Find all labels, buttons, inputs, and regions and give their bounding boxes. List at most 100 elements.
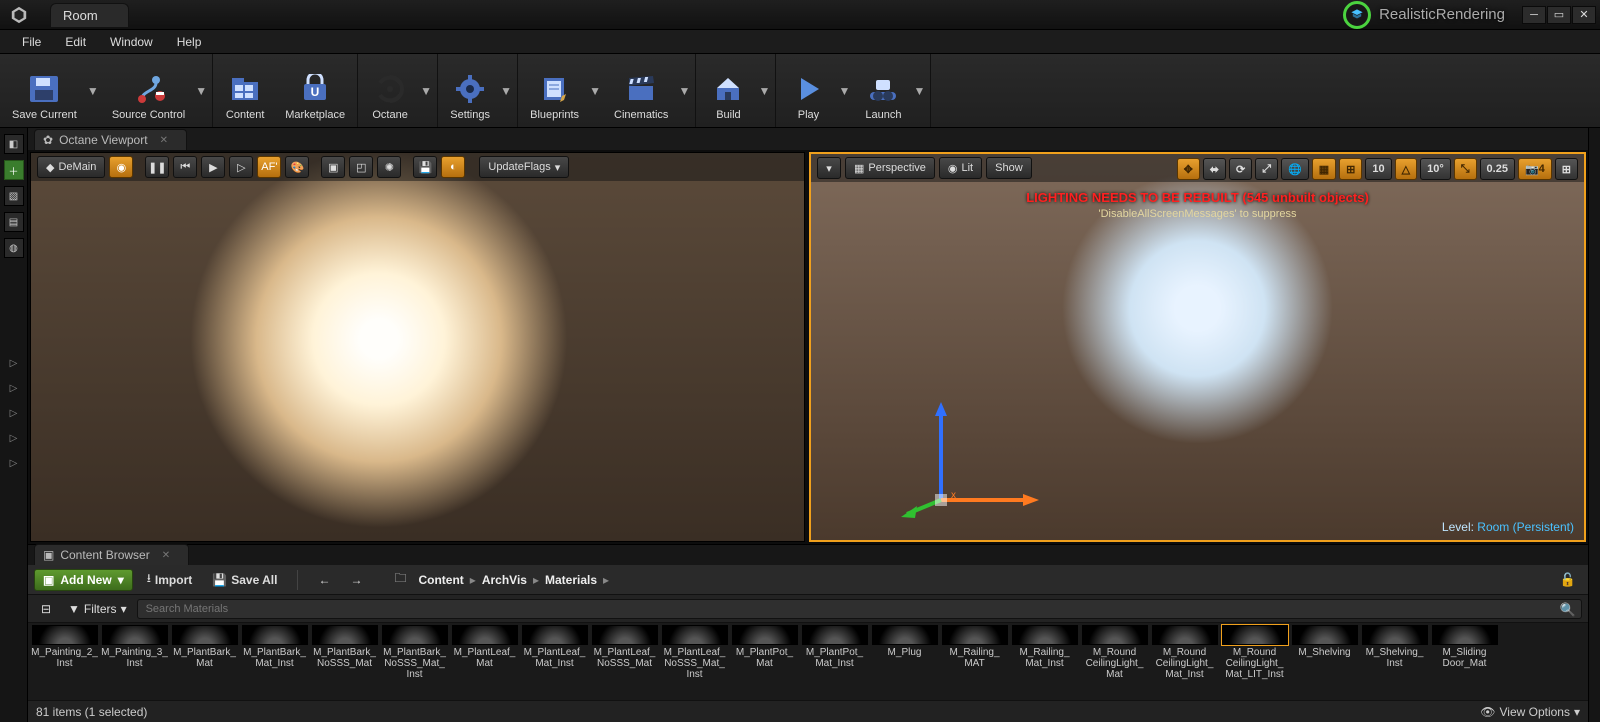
- rewind-button[interactable]: ⏮: [173, 156, 197, 178]
- coord-space-button[interactable]: 🌐: [1281, 158, 1309, 180]
- rotate-tool[interactable]: ⟳: [1229, 158, 1252, 180]
- close-cb-tab[interactable]: ✕: [162, 550, 170, 561]
- menu-help[interactable]: Help: [165, 30, 214, 53]
- grid-snap-value[interactable]: 10: [1365, 158, 1391, 180]
- window-maximize-button[interactable]: ▭: [1547, 6, 1571, 24]
- maximize-viewport[interactable]: ⊞: [1555, 158, 1578, 180]
- scale-snap-value[interactable]: 0.25: [1480, 158, 1515, 180]
- asset-tile[interactable]: M_​Railing_​MAT: [940, 625, 1009, 698]
- asset-grid[interactable]: M_​Painting_​2_​InstM_​Painting_​3_​Inst…: [28, 623, 1588, 700]
- demain-camera-button[interactable]: ◆ DeMain: [37, 156, 105, 178]
- af-button[interactable]: AF': [257, 156, 281, 178]
- settings-dropdown[interactable]: ▼: [501, 58, 511, 123]
- window-minimize-button[interactable]: ─: [1522, 6, 1546, 24]
- asset-tile[interactable]: M_​PlantLeaf_​NoSSS_​Mat_​Inst: [660, 625, 729, 698]
- search-input[interactable]: [137, 599, 1582, 619]
- save-button[interactable]: Save Current: [6, 58, 83, 123]
- octane-viewport[interactable]: ◆ DeMain ◉ ❚❚ ⏮ ▶ ▷ AF' 🎨 ▣ ◰ ✺ 💾 ◐ Upda…: [30, 152, 805, 542]
- asset-tile[interactable]: M_​Shelving: [1290, 625, 1359, 698]
- import-button[interactable]: ⭳Import: [141, 569, 199, 591]
- view-options-button[interactable]: View Options: [1499, 705, 1569, 719]
- source-control-button[interactable]: Source Control: [106, 58, 191, 123]
- save-image-button[interactable]: 💾: [413, 156, 437, 178]
- folder-root-icon[interactable]: 🗀: [388, 569, 412, 591]
- asset-tile[interactable]: M_​PlantLeaf_​Mat: [450, 625, 519, 698]
- rail-tool-1[interactable]: ▧: [4, 186, 24, 206]
- asset-tile[interactable]: M_​Plug: [870, 625, 939, 698]
- content-button[interactable]: Content: [219, 58, 271, 123]
- menu-window[interactable]: Window: [98, 30, 165, 53]
- asset-tile[interactable]: M_​Painting_​2_​Inst: [30, 625, 99, 698]
- select-tool[interactable]: ✥: [1177, 158, 1200, 180]
- octane-play-button[interactable]: ▶: [201, 156, 225, 178]
- cinematics-dropdown[interactable]: ▼: [679, 58, 689, 123]
- marketplace-button[interactable]: U Marketplace: [279, 58, 351, 123]
- lock-icon[interactable]: 🔓: [1560, 572, 1576, 588]
- bc-archvis[interactable]: ArchVis: [482, 573, 527, 587]
- tutorial-indicator-icon[interactable]: [1343, 1, 1371, 29]
- show-button[interactable]: Show: [986, 157, 1032, 179]
- scale-tool[interactable]: ⤢: [1255, 158, 1278, 180]
- rail-tool-3[interactable]: ◍: [4, 238, 24, 258]
- play-dropdown[interactable]: ▼: [839, 58, 849, 123]
- play-button[interactable]: Play: [782, 58, 834, 123]
- asset-tile[interactable]: M_​PlantBark_​Mat_​Inst: [240, 625, 309, 698]
- window-close-button[interactable]: ✕: [1572, 6, 1596, 24]
- rail-expand-1[interactable]: ▷: [10, 358, 18, 369]
- asset-tile[interactable]: M_​PlantBark_​Mat: [170, 625, 239, 698]
- octane-viewport-tab[interactable]: ✿ Octane Viewport ✕: [34, 129, 187, 150]
- asset-tile[interactable]: M_​PlantPot_​Mat: [730, 625, 799, 698]
- octane-button[interactable]: Octane: [364, 58, 416, 123]
- history-back[interactable]: ←: [312, 569, 336, 591]
- bc-content[interactable]: Content: [418, 573, 463, 587]
- sources-toggle[interactable]: ⊟: [34, 598, 58, 620]
- lit-button[interactable]: ◉ Lit: [939, 157, 982, 179]
- bc-materials[interactable]: Materials: [545, 573, 597, 587]
- launch-dropdown[interactable]: ▼: [914, 58, 924, 123]
- translate-tool[interactable]: ⬌: [1203, 158, 1226, 180]
- info-button[interactable]: ◐: [441, 156, 465, 178]
- blueprints-button[interactable]: Blueprints: [524, 58, 585, 123]
- asset-tile[interactable]: M_​Railing_​Mat_​Inst: [1010, 625, 1079, 698]
- transform-gizmo[interactable]: x: [901, 400, 1041, 520]
- perspective-button[interactable]: ▦ Perspective: [845, 157, 935, 179]
- menu-edit[interactable]: Edit: [53, 30, 98, 53]
- rail-tool-2[interactable]: ▤: [4, 212, 24, 232]
- pause-button[interactable]: ❚❚: [145, 156, 169, 178]
- save-dropdown[interactable]: ▼: [88, 58, 98, 123]
- viewport-options-button[interactable]: ▾: [817, 157, 841, 179]
- rail-modes-icon[interactable]: ◧: [4, 134, 24, 154]
- angle-snap-value[interactable]: 10°: [1420, 158, 1451, 180]
- view-options-dropdown[interactable]: ▾: [1574, 705, 1580, 719]
- asset-tile[interactable]: M_​PlantLeaf_​NoSSS_​Mat: [590, 625, 659, 698]
- rail-expand-4[interactable]: ▷: [10, 433, 18, 444]
- asset-tile[interactable]: M_​Sliding Door_​Mat: [1430, 625, 1499, 698]
- editor-viewport[interactable]: ▾ ▦ Perspective ◉ Lit Show ✥ ⬌ ⟳ ⤢ 🌐 ▦ ⊞…: [809, 152, 1586, 542]
- updateflags-button[interactable]: UpdateFlags ▾: [479, 156, 569, 178]
- cinematics-button[interactable]: Cinematics: [608, 58, 674, 123]
- build-dropdown[interactable]: ▼: [759, 58, 769, 123]
- asset-tile[interactable]: M_​Shelving_​Inst: [1360, 625, 1429, 698]
- region-button[interactable]: ▣: [321, 156, 345, 178]
- content-browser-tab[interactable]: ▣ Content Browser ✕: [34, 544, 189, 565]
- asset-tile[interactable]: M_​Round CeilingLight_​Mat_​Inst: [1150, 625, 1219, 698]
- grid-snap-toggle[interactable]: ⊞: [1339, 158, 1362, 180]
- camera-speed[interactable]: 📷 4: [1518, 158, 1552, 180]
- settings-button[interactable]: Settings: [444, 58, 496, 123]
- launch-button[interactable]: Launch: [857, 58, 909, 123]
- add-new-button[interactable]: ▣ Add New ▾: [34, 569, 133, 591]
- save-all-button[interactable]: 💾Save All: [206, 569, 283, 591]
- rail-expand-2[interactable]: ▷: [10, 383, 18, 394]
- build-button[interactable]: Build: [702, 58, 754, 123]
- asset-tile[interactable]: M_​PlantPot_​Mat_​Inst: [800, 625, 869, 698]
- lock-button[interactable]: ◉: [109, 156, 133, 178]
- level-tab[interactable]: Room: [50, 3, 129, 27]
- asset-tile[interactable]: M_​PlantBark_​NoSSS_​Mat_​Inst: [380, 625, 449, 698]
- asset-tile[interactable]: M_​Round CeilingLight_​Mat: [1080, 625, 1149, 698]
- source-dropdown[interactable]: ▼: [196, 58, 206, 123]
- surface-snap-button[interactable]: ▦: [1312, 158, 1336, 180]
- right-dock-handle[interactable]: [1588, 128, 1600, 722]
- color-picker-icon[interactable]: 🎨: [285, 156, 309, 178]
- rail-expand-3[interactable]: ▷: [10, 408, 18, 419]
- refresh-icon[interactable]: ✺: [377, 156, 401, 178]
